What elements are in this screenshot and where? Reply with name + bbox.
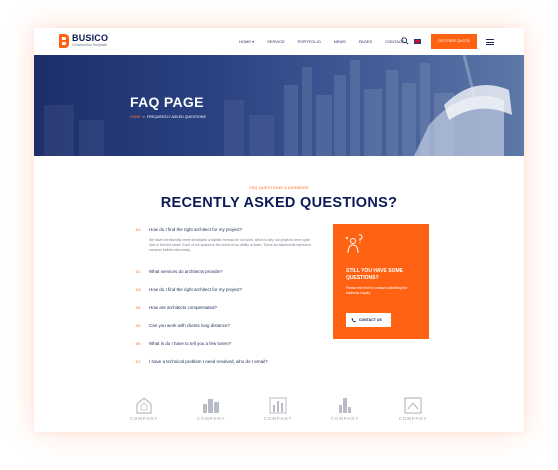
brand-logo: COMPANY xyxy=(323,397,367,421)
brand-name: COMPANY xyxy=(398,416,428,421)
nav-item-label: HOME xyxy=(239,39,251,44)
faq-answer: We have intentionally never developed a … xyxy=(149,238,311,253)
faq-question[interactable]: What services do architects provide? xyxy=(149,269,223,274)
page-frame: BUSICO Construction Template HOME ▾ SERV… xyxy=(34,28,524,432)
house-brand-icon xyxy=(136,397,152,414)
buildings-brand-icon xyxy=(203,399,219,413)
skyline-brand-icon xyxy=(269,397,287,414)
faq-number: 05 xyxy=(136,323,141,328)
faq-question[interactable]: I have a technical problem I need resolv… xyxy=(149,359,268,364)
breadcrumb-current: FREQUENTLY ASKED QUESTIONS xyxy=(146,115,206,119)
search-icon[interactable] xyxy=(401,37,409,45)
breadcrumb: HOME > FREQUENTLY ASKED QUESTIONS xyxy=(130,115,206,119)
faq-question[interactable]: How do I find the right architect for my… xyxy=(149,227,242,232)
section-eyebrow: FAQ QUESTIONS & ANSWERS xyxy=(249,186,309,190)
nav-item-pages[interactable]: PAGES xyxy=(359,39,373,44)
menu-icon[interactable] xyxy=(486,39,494,45)
faq-number: 02 xyxy=(136,269,141,274)
logo-mark-icon xyxy=(59,34,69,48)
section-title: RECENTLY ASKED QUESTIONS? xyxy=(160,195,398,211)
faq-number: 06 xyxy=(136,341,141,346)
faq-question[interactable]: How do I find the right architect for my… xyxy=(149,287,242,292)
page-title: FAQ PAGE xyxy=(130,94,204,110)
faq-number: 03 xyxy=(136,287,141,292)
contact-us-button[interactable]: CONTACT US xyxy=(346,313,391,327)
faq-number: 04 xyxy=(136,305,141,310)
phone-icon xyxy=(351,317,356,322)
site-header: BUSICO Construction Template HOME ▾ SERV… xyxy=(34,28,524,55)
brand-logo: COMPANY xyxy=(189,397,233,421)
cta-title: STILL YOU HAVE SOME QUESTIONS? xyxy=(346,268,403,281)
brand-name: COMPANY xyxy=(129,416,159,421)
tower-brand-icon xyxy=(339,398,351,413)
main-nav: HOME ▾ SERVICE PORTFOLIO NEWS PAGES CONT… xyxy=(239,39,417,44)
nav-item-portfolio[interactable]: PORTFOLIO xyxy=(298,39,321,44)
breadcrumb-separator: > xyxy=(142,115,145,119)
faq-number: 01 xyxy=(136,227,141,232)
faq-question[interactable]: What is do I have to tell you a few lore… xyxy=(149,341,231,346)
brand-name: COMPANY xyxy=(330,416,360,421)
logo-name: BUSICO xyxy=(72,33,109,43)
question-person-icon xyxy=(345,234,363,254)
site-logo[interactable]: BUSICO Construction Template xyxy=(59,34,108,48)
faq-question[interactable]: How are architects compensated? xyxy=(149,305,217,310)
faq-question[interactable]: Can you work with clients long distance? xyxy=(149,323,230,328)
nav-item-news[interactable]: NEWS xyxy=(334,39,346,44)
logo-tagline: Construction Template xyxy=(72,43,107,47)
language-flag-icon[interactable] xyxy=(414,39,421,44)
brand-name: COMPANY xyxy=(263,416,293,421)
brand-logo: COMPANY xyxy=(391,397,435,421)
cta-text: Please feel free to contact submitting t… xyxy=(346,286,408,295)
brand-logo: COMPANY xyxy=(122,397,166,421)
contact-us-label: CONTACT US xyxy=(359,318,382,322)
chevron-down-icon: ▾ xyxy=(252,39,255,44)
faq-number: 07 xyxy=(136,359,141,364)
nav-item-service[interactable]: SERVICE xyxy=(267,39,285,44)
brand-logo: COMPANY xyxy=(256,397,300,421)
get-free-quote-button[interactable]: GET FREE QUOTE xyxy=(431,34,477,49)
hero-background-image xyxy=(44,55,512,156)
home-frame-brand-icon xyxy=(404,397,422,414)
breadcrumb-home-link[interactable]: HOME xyxy=(130,115,141,119)
page-hero: FAQ PAGE HOME > FREQUENTLY ASKED QUESTIO… xyxy=(34,55,524,156)
contact-cta-card: STILL YOU HAVE SOME QUESTIONS? Please fe… xyxy=(333,224,429,339)
brand-name: COMPANY xyxy=(196,416,226,421)
nav-item-home[interactable]: HOME ▾ xyxy=(239,39,254,44)
brand-logos: COMPANY COMPANY COMPANY COMPANY COMPANY xyxy=(34,397,524,432)
